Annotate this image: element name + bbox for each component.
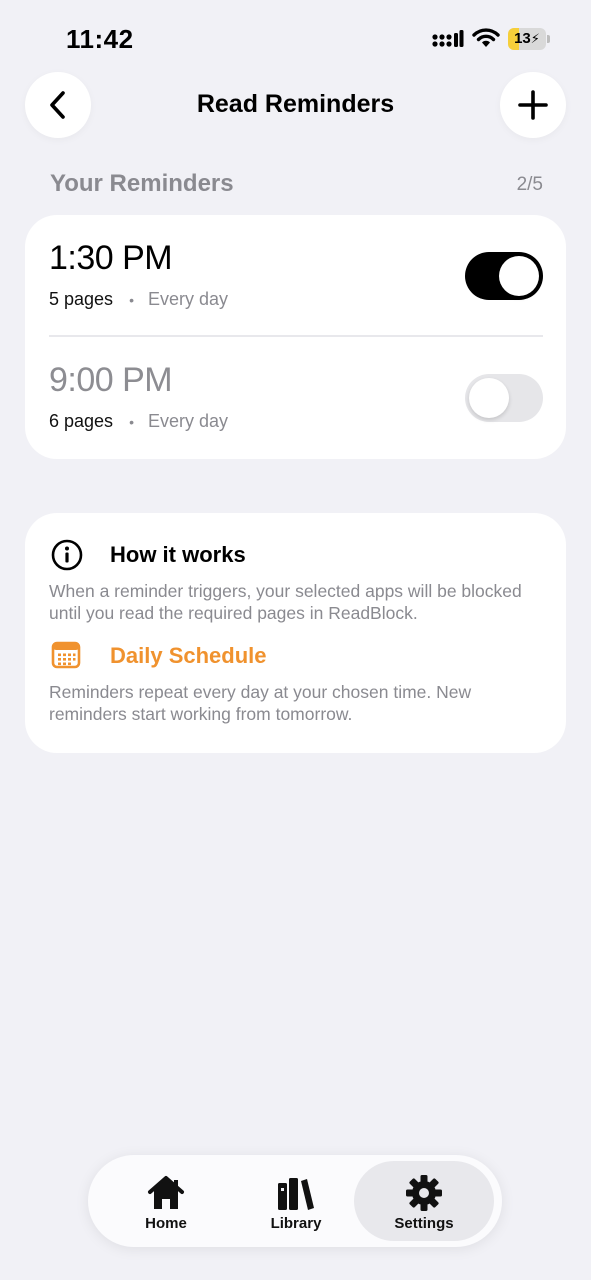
reminder-frequency: Every day	[147, 411, 229, 431]
status-bar: 11:42 13⚡	[0, 0, 591, 70]
reminder-toggle[interactable]	[465, 374, 543, 422]
reminders-card: 1:30 PM 5 pages • Every day 9:00 PM 6 pa…	[25, 215, 566, 459]
how-it-works-text: When a reminder triggers, your selected …	[49, 581, 522, 623]
reminder-count: 2/5	[516, 174, 543, 195]
tab-bar: Home Library Settings	[88, 1155, 502, 1247]
tab-label: Home	[145, 1215, 187, 1232]
reminder-time: 9:00 PM	[49, 361, 173, 399]
reminder-frequency: Every day	[147, 289, 229, 309]
section-title: Your Reminders	[50, 170, 234, 197]
reminder-row[interactable]: 9:00 PM 6 pages • Every day	[25, 337, 566, 459]
tab-home[interactable]: Home	[96, 1161, 236, 1241]
tab-library[interactable]: Library	[226, 1161, 366, 1241]
daily-schedule-title: Daily Schedule	[110, 643, 267, 668]
gear-icon	[406, 1175, 442, 1211]
info-card: How it works When a reminder triggers, y…	[25, 513, 566, 753]
reminder-meta: 6 pages • Every day	[49, 411, 228, 432]
toggle-knob	[469, 378, 509, 418]
reminder-meta: 5 pages • Every day	[49, 289, 228, 310]
reminder-row[interactable]: 1:30 PM 5 pages • Every day	[25, 215, 566, 337]
info-circle-icon	[51, 539, 83, 571]
separator-dot: •	[129, 291, 134, 308]
tab-settings[interactable]: Settings	[354, 1161, 494, 1241]
reminder-pages: 6 pages	[49, 411, 114, 431]
books-icon	[278, 1178, 314, 1210]
home-icon	[148, 1176, 184, 1209]
cellular-signal-icon	[432, 30, 464, 47]
plus-icon	[518, 90, 548, 120]
add-reminder-button[interactable]	[500, 72, 566, 138]
tab-label: Settings	[394, 1215, 454, 1232]
toggle-knob	[499, 256, 539, 296]
daily-schedule-text: Reminders repeat every day at your chose…	[49, 682, 472, 724]
tab-label: Library	[270, 1215, 322, 1232]
status-time: 11:42	[66, 24, 134, 54]
reminder-toggle[interactable]	[465, 252, 543, 300]
reminder-time: 1:30 PM	[49, 239, 173, 277]
battery-icon: 13⚡	[508, 28, 550, 50]
battery-level: 13⚡	[514, 30, 540, 47]
calendar-icon	[51, 641, 81, 669]
wifi-icon	[472, 28, 500, 47]
reminder-pages: 5 pages	[49, 289, 114, 309]
how-it-works-title: How it works	[110, 542, 246, 567]
separator-dot: •	[129, 413, 134, 430]
